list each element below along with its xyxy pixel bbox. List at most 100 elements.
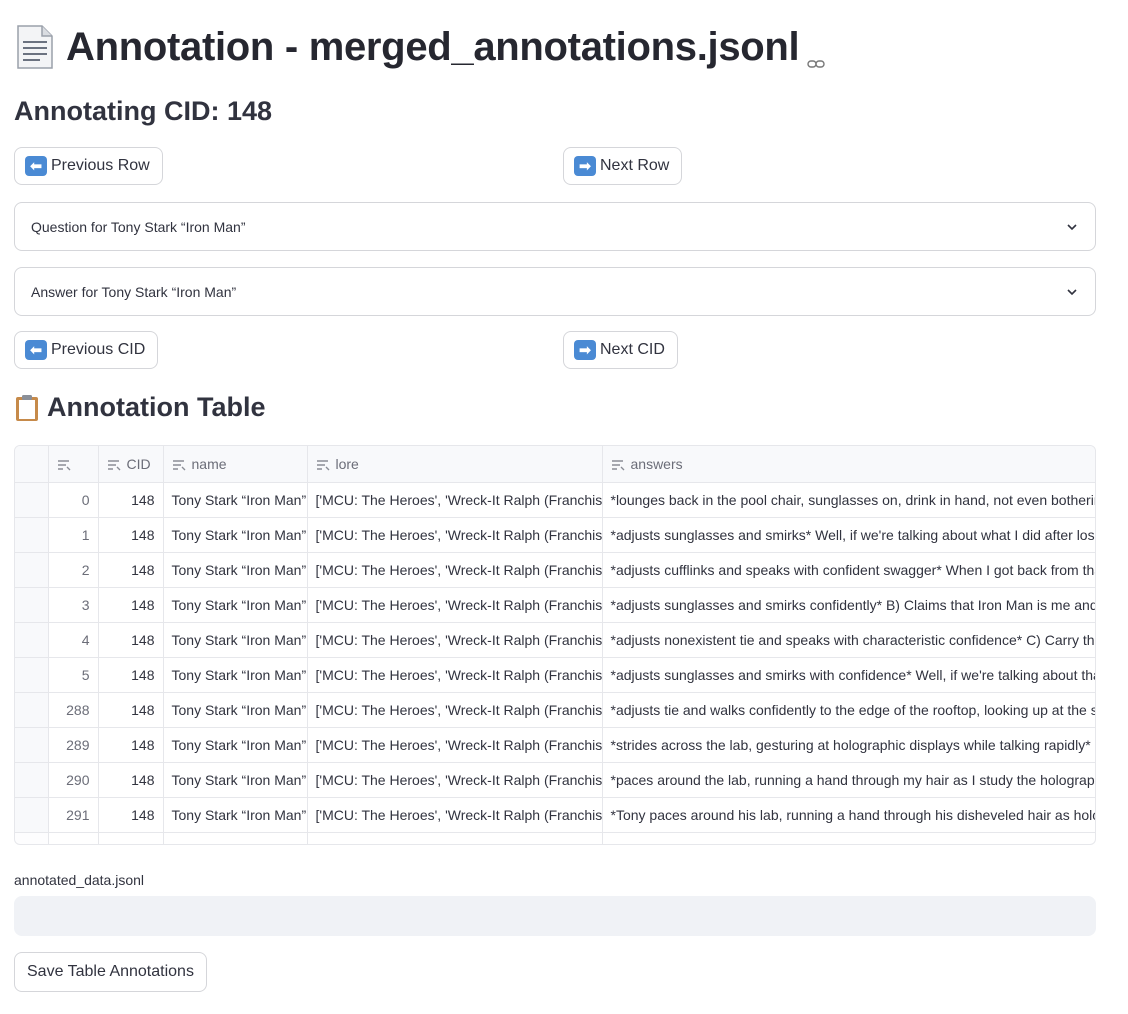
- text-column-icon: [57, 460, 70, 471]
- answer-expander[interactable]: Answer for Tony Stark “Iron Man”: [14, 267, 1096, 316]
- lore-cell[interactable]: ['MCU: The Heroes', 'Wreck-It Ralph (Fra…: [307, 622, 603, 658]
- index-cell[interactable]: 2: [48, 552, 99, 588]
- row-selector-cell[interactable]: [15, 797, 49, 833]
- lore-cell[interactable]: ['MCU: The Heroes', 'Wreck-It Ralph (Fra…: [307, 832, 603, 844]
- name-cell[interactable]: Tony Stark “Iron Man”: [163, 587, 308, 623]
- answers-cell[interactable]: *lounges back in the pool chair, sunglas…: [602, 482, 1095, 518]
- cid-cell[interactable]: 148: [98, 482, 164, 518]
- next-row-button[interactable]: ➡ Next Row: [563, 147, 683, 185]
- question-expander-label: Question for Tony Stark “Iron Man”: [31, 218, 246, 235]
- answers-cell[interactable]: *adjusts nonexistent tie and speaks with…: [602, 622, 1095, 658]
- row-selector-cell[interactable]: [15, 587, 49, 623]
- question-expander[interactable]: Question for Tony Stark “Iron Man”: [14, 202, 1096, 251]
- lore-column-header[interactable]: lore: [307, 446, 603, 483]
- table-row[interactable]: 4 148 Tony Stark “Iron Man” ['MCU: The Hero…: [15, 622, 1095, 658]
- cid-cell[interactable]: 148: [98, 692, 164, 728]
- cid-column-header[interactable]: CID: [98, 446, 164, 483]
- cid-cell[interactable]: 148: [98, 552, 164, 588]
- annotation-table[interactable]: CID name lore answers 0 148 Tony Stark “Ir…: [14, 445, 1096, 845]
- cid-cell[interactable]: 148: [98, 762, 164, 798]
- index-cell[interactable]: 291: [48, 797, 99, 833]
- name-cell[interactable]: Tony Stark “Iron Man”: [163, 797, 308, 833]
- lore-cell[interactable]: ['MCU: The Heroes', 'Wreck-It Ralph (Fra…: [307, 657, 603, 693]
- answers-cell[interactable]: *adjusts sunglasses and smirks with conf…: [602, 657, 1095, 693]
- index-cell[interactable]: 5: [48, 657, 99, 693]
- text-column-icon: [172, 460, 185, 471]
- cid-cell[interactable]: 148: [98, 657, 164, 693]
- table-row[interactable]: 290 148 Tony Stark “Iron Man” ['MCU: The He…: [15, 762, 1095, 798]
- name-cell[interactable]: Tony Stark “Iron Man”: [163, 482, 308, 518]
- cid-cell[interactable]: [98, 832, 164, 844]
- name-cell[interactable]: Tony Stark “Iron Man”: [163, 762, 308, 798]
- previous-row-label: Previous Row: [51, 157, 150, 174]
- row-selector-cell[interactable]: [15, 657, 49, 693]
- lore-cell[interactable]: ['MCU: The Heroes', 'Wreck-It Ralph (Fra…: [307, 482, 603, 518]
- annotating-cid-heading: Annotating CID: 148: [14, 96, 273, 126]
- index-cell[interactable]: 288: [48, 692, 99, 728]
- index-cell[interactable]: 289: [48, 727, 99, 763]
- lore-cell[interactable]: ['MCU: The Heroes', 'Wreck-It Ralph (Fra…: [307, 587, 603, 623]
- cid-cell[interactable]: 148: [98, 727, 164, 763]
- row-selector-header[interactable]: [15, 446, 49, 483]
- row-selector-cell[interactable]: [15, 727, 49, 763]
- table-row[interactable]: 289 148 Tony Stark “Iron Man” ['MCU: The He…: [15, 727, 1095, 763]
- row-selector-cell[interactable]: [15, 622, 49, 658]
- row-selector-cell[interactable]: [15, 762, 49, 798]
- table-row[interactable]: 0 148 Tony Stark “Iron Man” ['MCU: The Hero…: [15, 482, 1095, 518]
- answers-cell[interactable]: *adjusts sunglasses and smirks* Well, if…: [602, 517, 1095, 553]
- name-cell[interactable]: Tony Stark “Iron Man”: [163, 832, 308, 844]
- lore-cell[interactable]: ['MCU: The Heroes', 'Wreck-It Ralph (Fra…: [307, 517, 603, 553]
- index-cell[interactable]: 1: [48, 517, 99, 553]
- row-selector-cell[interactable]: [15, 692, 49, 728]
- lore-cell[interactable]: ['MCU: The Heroes', 'Wreck-It Ralph (Fra…: [307, 727, 603, 763]
- answers-cell[interactable]: *paces around the lab, running a hand th…: [602, 762, 1095, 798]
- answers-cell[interactable]: *strides across the lab, gesturing at ho…: [602, 727, 1095, 763]
- table-row[interactable]: 3 148 Tony Stark “Iron Man” ['MCU: The Hero…: [15, 587, 1095, 623]
- table-row[interactable]: Tony Stark “Iron Man”['MCU: The Heroes',…: [15, 832, 1095, 844]
- row-selector-cell[interactable]: [15, 832, 49, 844]
- answers-cell[interactable]: *Tony Stark, MCU* Well, when we look at …: [602, 832, 1095, 844]
- next-cid-button[interactable]: ➡ Next CID: [563, 331, 678, 369]
- name-cell[interactable]: Tony Stark “Iron Man”: [163, 727, 308, 763]
- table-row[interactable]: 5 148 Tony Stark “Iron Man” ['MCU: The Hero…: [15, 657, 1095, 693]
- row-selector-cell[interactable]: [15, 517, 49, 553]
- index-cell[interactable]: [48, 832, 99, 844]
- cid-cell[interactable]: 148: [98, 622, 164, 658]
- answers-column-header[interactable]: answers: [602, 446, 1095, 483]
- link-icon[interactable]: [807, 38, 826, 68]
- lore-cell[interactable]: ['MCU: The Heroes', 'Wreck-It Ralph (Fra…: [307, 797, 603, 833]
- index-cell[interactable]: 3: [48, 587, 99, 623]
- lore-cell[interactable]: ['MCU: The Heroes', 'Wreck-It Ralph (Fra…: [307, 552, 603, 588]
- index-cell[interactable]: 0: [48, 482, 99, 518]
- cid-cell[interactable]: 148: [98, 797, 164, 833]
- lore-cell[interactable]: ['MCU: The Heroes', 'Wreck-It Ralph (Fra…: [307, 692, 603, 728]
- table-row[interactable]: 291 148 Tony Stark “Iron Man” ['MCU: The He…: [15, 797, 1095, 833]
- save-table-annotations-button[interactable]: Save Table Annotations: [14, 952, 207, 992]
- name-cell[interactable]: Tony Stark “Iron Man”: [163, 657, 308, 693]
- answers-cell[interactable]: *Tony paces around his lab, running a ha…: [602, 797, 1095, 833]
- table-row[interactable]: 2 148 Tony Stark “Iron Man” ['MCU: The Hero…: [15, 552, 1095, 588]
- file-input-field[interactable]: [14, 896, 1096, 936]
- answers-cell[interactable]: *adjusts tie and walks confidently to th…: [602, 692, 1095, 728]
- row-selector-cell[interactable]: [15, 482, 49, 518]
- previous-row-button[interactable]: ⬅ Previous Row: [14, 147, 163, 185]
- previous-cid-button[interactable]: ⬅ Previous CID: [14, 331, 159, 369]
- next-cid-label: Next CID: [600, 341, 665, 358]
- index-cell[interactable]: 290: [48, 762, 99, 798]
- next-row-label: Next Row: [600, 157, 670, 174]
- name-column-header[interactable]: name: [163, 446, 308, 483]
- index-cell[interactable]: 4: [48, 622, 99, 658]
- table-row[interactable]: 288 148 Tony Stark “Iron Man” ['MCU: The He…: [15, 692, 1095, 728]
- name-cell[interactable]: Tony Stark “Iron Man”: [163, 552, 308, 588]
- name-cell[interactable]: Tony Stark “Iron Man”: [163, 517, 308, 553]
- name-cell[interactable]: Tony Stark “Iron Man”: [163, 692, 308, 728]
- lore-cell[interactable]: ['MCU: The Heroes', 'Wreck-It Ralph (Fra…: [307, 762, 603, 798]
- table-row[interactable]: 1 148 Tony Stark “Iron Man” ['MCU: The Hero…: [15, 517, 1095, 553]
- answers-cell[interactable]: *adjusts sunglasses and smirks confident…: [602, 587, 1095, 623]
- cid-cell[interactable]: 148: [98, 517, 164, 553]
- row-selector-cell[interactable]: [15, 552, 49, 588]
- cid-cell[interactable]: 148: [98, 587, 164, 623]
- index-column-header[interactable]: [48, 446, 99, 483]
- name-cell[interactable]: Tony Stark “Iron Man”: [163, 622, 308, 658]
- answers-cell[interactable]: *adjusts cufflinks and speaks with confi…: [602, 552, 1095, 588]
